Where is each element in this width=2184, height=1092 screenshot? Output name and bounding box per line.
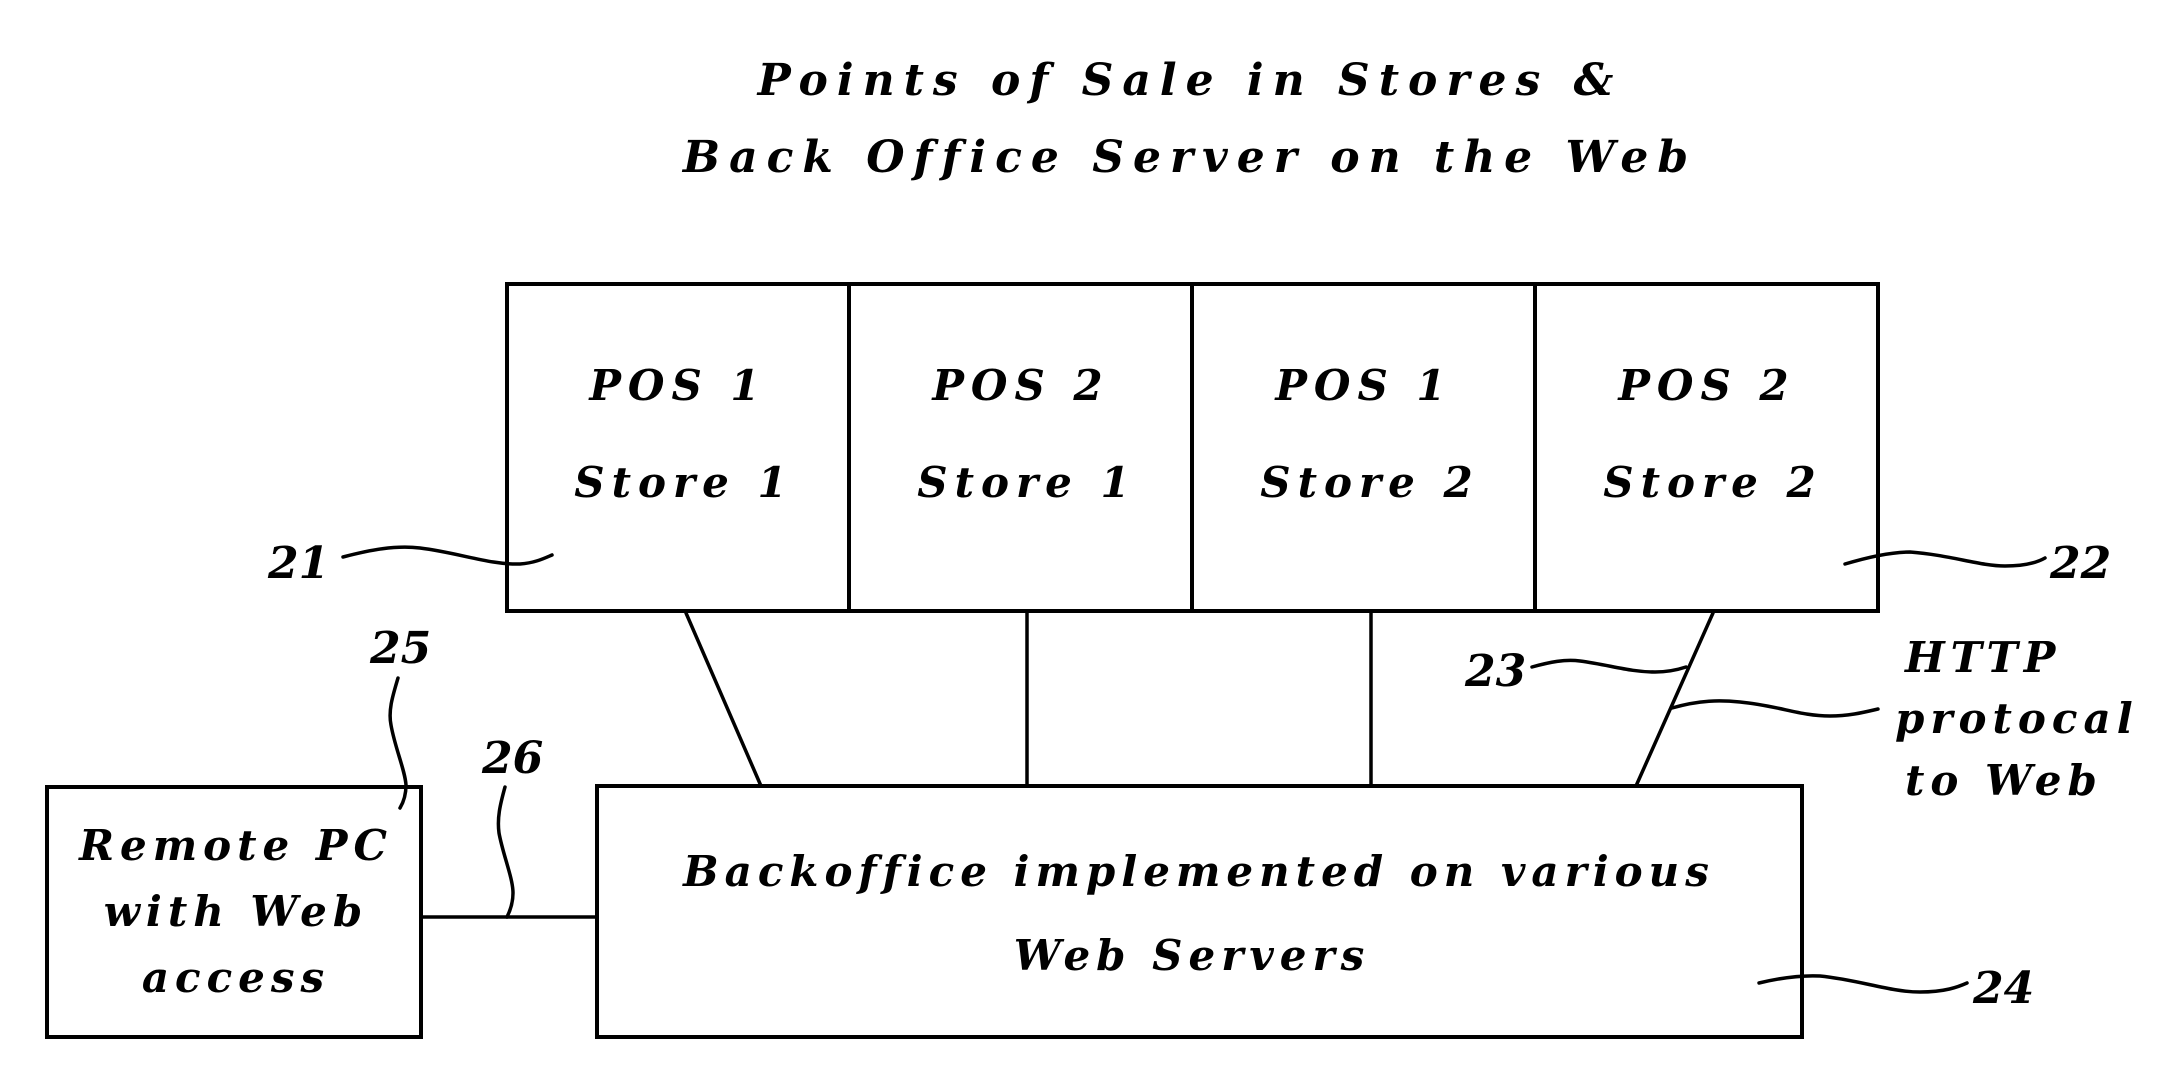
remote-pc-line-3: access — [142, 953, 330, 1002]
ref-26-leader — [496, 785, 515, 919]
pos-cell-4: POS 2 Store 2 — [1603, 361, 1822, 507]
ref-21: 21 — [267, 538, 554, 589]
store-label: Store 2 — [1260, 458, 1479, 507]
ref-23: 23 — [1464, 646, 1688, 697]
backoffice-label-line-1: Backoffice implemented on various — [682, 847, 1715, 896]
remote-pc: Remote PC with Web access — [45, 785, 423, 1039]
remote-pc-line-2: with Web — [104, 887, 369, 936]
pos-cell-3: POS 1 Store 2 — [1260, 361, 1479, 507]
ref-22-leader — [1843, 550, 2047, 568]
http-note: HTTP protocal to Web — [1670, 633, 2139, 805]
pos-label: POS 1 — [588, 361, 766, 410]
http-note-line-1: HTTP — [1904, 633, 2061, 682]
ref-25: 25 — [369, 623, 431, 810]
store-label: Store 1 — [574, 458, 793, 507]
backoffice-server: Backoffice implemented on various Web Se… — [595, 784, 1804, 1039]
store-label: Store 1 — [917, 458, 1136, 507]
connection-line-http — [1634, 611, 1715, 788]
pos-backoffice-diagram: Points of Sale in Stores & Back Office S… — [45, 55, 2139, 1039]
pos-cell-1: POS 1 Store 1 — [574, 361, 793, 507]
ref-numeral: 22 — [2049, 538, 2111, 589]
backoffice-box — [595, 784, 1804, 1039]
http-note-line-3: to Web — [1905, 756, 2103, 805]
ref-26: 26 — [481, 733, 543, 919]
ref-numeral: 24 — [1972, 963, 2034, 1014]
ref-numeral: 21 — [267, 538, 329, 589]
pos-label: POS 2 — [931, 361, 1109, 410]
ref-22: 22 — [1843, 538, 2111, 589]
connection-line — [684, 611, 763, 788]
http-note-leader — [1670, 699, 1880, 718]
store-label: Store 2 — [1603, 458, 1822, 507]
ref-23-leader — [1530, 658, 1688, 674]
ref-24-leader — [1757, 974, 1969, 994]
pos-label: POS 1 — [1274, 361, 1452, 410]
ref-numeral: 26 — [481, 733, 543, 784]
pos-cell-2: POS 2 Store 1 — [917, 361, 1136, 507]
ref-numeral: 25 — [369, 623, 431, 674]
pos-label: POS 2 — [1617, 361, 1795, 410]
pos-terminals-group: POS 1 Store 1 POS 2 Store 1 POS 1 Store … — [505, 282, 1880, 613]
ref-numeral: 23 — [1464, 646, 1526, 697]
title-line-2: Back Office Server on the Web — [681, 132, 1697, 183]
title-line-1: Points of Sale in Stores & — [756, 55, 1623, 106]
backoffice-label-line-2: Web Servers — [1014, 931, 1371, 980]
remote-pc-line-1: Remote PC — [78, 821, 393, 870]
http-note-line-2: protocal — [1895, 694, 2139, 743]
ref-21-leader — [341, 545, 554, 566]
